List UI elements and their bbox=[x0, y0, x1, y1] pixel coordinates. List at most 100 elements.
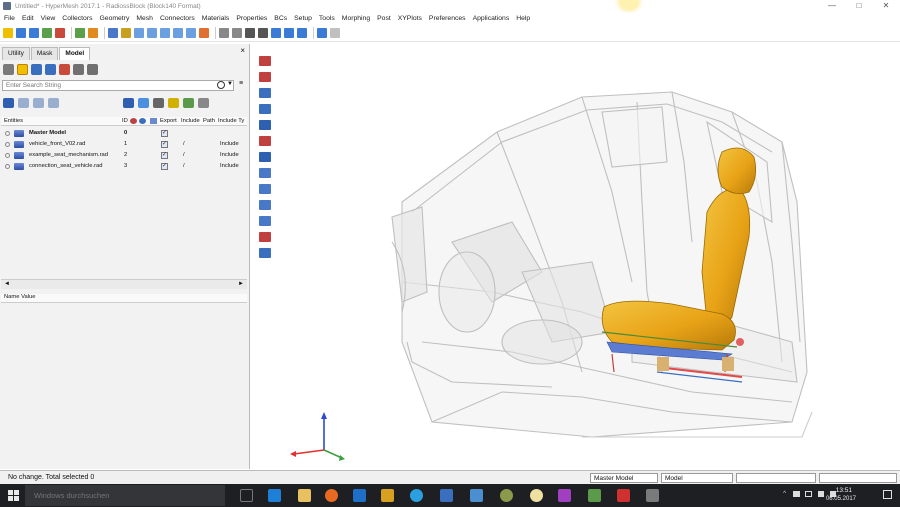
col-visible-icon[interactable] bbox=[150, 118, 157, 124]
taskbar-search-input[interactable] bbox=[25, 485, 225, 506]
property-view-icon[interactable] bbox=[87, 63, 98, 75]
clock-date[interactable]: 06.05.2017 bbox=[826, 496, 856, 502]
menu-properties[interactable]: Properties bbox=[236, 15, 267, 22]
zoom-in-icon[interactable] bbox=[232, 28, 242, 38]
network-icon[interactable] bbox=[805, 491, 812, 497]
mesh-tool-icon[interactable] bbox=[259, 120, 271, 130]
connector-tool-icon[interactable] bbox=[259, 232, 271, 242]
menu-post[interactable]: Post bbox=[377, 15, 391, 22]
display-mode-icon[interactable] bbox=[183, 98, 194, 108]
import-icon[interactable] bbox=[42, 28, 52, 38]
col-export[interactable]: Export bbox=[160, 118, 177, 124]
windows-start-button[interactable] bbox=[8, 490, 19, 501]
col-entities[interactable]: Entities bbox=[4, 118, 23, 124]
tag-tool-icon[interactable] bbox=[259, 168, 271, 178]
material-view-icon[interactable] bbox=[73, 63, 84, 75]
open-model-icon[interactable] bbox=[16, 28, 26, 38]
undo-icon[interactable] bbox=[317, 28, 327, 38]
col-id[interactable]: ID bbox=[122, 118, 128, 124]
menu-collectors[interactable]: Collectors bbox=[62, 15, 92, 22]
isolate-icon[interactable] bbox=[138, 98, 149, 108]
assembly-view-icon[interactable] bbox=[31, 63, 42, 75]
rotate-icon[interactable] bbox=[121, 28, 131, 38]
firefox-icon[interactable] bbox=[325, 489, 338, 502]
maximize-button[interactable]: □ bbox=[845, 0, 873, 12]
color-icon[interactable] bbox=[168, 98, 179, 108]
arrow-down-icon[interactable] bbox=[284, 28, 294, 38]
graphics-viewport[interactable] bbox=[252, 42, 900, 483]
menu-morphing[interactable]: Morphing bbox=[342, 15, 370, 22]
notifications-icon[interactable] bbox=[883, 490, 892, 499]
tree-row-connection-seat[interactable]: connection_seat_vehicle.rad 3 ✓ / Includ… bbox=[1, 161, 247, 172]
search-menu-icon[interactable]: ≡ bbox=[239, 80, 243, 87]
component-tool-icon[interactable] bbox=[259, 72, 271, 82]
collapse-all-icon[interactable] bbox=[33, 98, 44, 108]
view-perspective-icon[interactable] bbox=[199, 28, 209, 38]
search-input[interactable] bbox=[2, 80, 234, 91]
tree-row-master-model[interactable]: Master Model 0 ✓ bbox=[1, 128, 247, 139]
arrow-right-icon[interactable] bbox=[271, 28, 281, 38]
task-view-icon[interactable] bbox=[240, 489, 253, 502]
new-model-icon[interactable] bbox=[3, 28, 13, 38]
volume-icon[interactable] bbox=[818, 491, 824, 497]
hyperview-icon[interactable] bbox=[470, 489, 483, 502]
status-field-4[interactable] bbox=[819, 473, 897, 483]
file-explorer-icon[interactable] bbox=[298, 489, 311, 502]
outlook-icon[interactable] bbox=[353, 489, 366, 502]
tray-up-icon[interactable]: ^ bbox=[783, 491, 786, 497]
menu-xyplots[interactable]: XYPlots bbox=[398, 15, 422, 22]
close-button[interactable]: ✕ bbox=[872, 0, 900, 12]
app-green2-icon[interactable] bbox=[588, 489, 601, 502]
export-checkbox[interactable]: ✓ bbox=[161, 152, 168, 159]
col-include-type[interactable]: Include Ty bbox=[218, 118, 244, 124]
menu-view[interactable]: View bbox=[41, 15, 56, 22]
menu-help[interactable]: Help bbox=[516, 15, 530, 22]
component-icon[interactable] bbox=[88, 28, 98, 38]
scroll-left-arrow[interactable]: ◄ bbox=[4, 281, 10, 287]
col-include[interactable]: Include bbox=[181, 118, 200, 124]
save-model-icon[interactable] bbox=[29, 28, 39, 38]
view-front-icon[interactable] bbox=[147, 28, 157, 38]
expand-all-icon[interactable] bbox=[18, 98, 29, 108]
horizontal-scrollbar[interactable]: ◄ ► bbox=[1, 279, 247, 289]
utility-tool-icon[interactable] bbox=[259, 56, 271, 66]
edge-icon[interactable] bbox=[268, 489, 281, 502]
surface-tool-icon[interactable] bbox=[259, 104, 271, 114]
view-iso-icon[interactable] bbox=[186, 28, 196, 38]
zoom-icon[interactable] bbox=[108, 28, 118, 38]
expand-icon[interactable] bbox=[5, 131, 10, 136]
pan-icon[interactable] bbox=[245, 28, 255, 38]
part-tool-icon[interactable] bbox=[259, 88, 271, 98]
select-cursor-icon[interactable] bbox=[153, 98, 164, 108]
minimize-button[interactable]: — bbox=[818, 0, 846, 12]
expand-icon[interactable] bbox=[5, 153, 10, 158]
status-model-field[interactable]: Model bbox=[661, 473, 733, 483]
redo-icon[interactable] bbox=[330, 28, 340, 38]
menu-file[interactable]: File bbox=[4, 15, 15, 22]
view-side-icon[interactable] bbox=[160, 28, 170, 38]
app-gray-icon[interactable] bbox=[646, 489, 659, 502]
app-star-icon[interactable] bbox=[381, 489, 394, 502]
menu-edit[interactable]: Edit bbox=[22, 15, 34, 22]
abc-tool-icon[interactable] bbox=[259, 216, 271, 226]
acrobat-icon[interactable] bbox=[617, 489, 630, 502]
expand-icon[interactable] bbox=[5, 142, 10, 147]
app-green-icon[interactable] bbox=[500, 489, 513, 502]
status-include-field[interactable]: Master Model bbox=[590, 473, 658, 483]
expand-icon[interactable] bbox=[5, 164, 10, 169]
menu-bcs[interactable]: BCs bbox=[274, 15, 287, 22]
refresh-icon[interactable] bbox=[297, 28, 307, 38]
tab-utility[interactable]: Utility bbox=[2, 47, 30, 60]
app-window-icon[interactable] bbox=[440, 489, 453, 502]
layer-tool-icon[interactable] bbox=[259, 248, 271, 258]
hand-icon[interactable] bbox=[258, 28, 268, 38]
view-bottom-icon[interactable] bbox=[173, 28, 183, 38]
search-icon[interactable] bbox=[217, 81, 225, 89]
menu-materials[interactable]: Materials bbox=[202, 15, 230, 22]
include-view-icon[interactable] bbox=[59, 63, 70, 75]
tab-model[interactable]: Model bbox=[59, 47, 91, 60]
menu-preferences[interactable]: Preferences bbox=[429, 15, 466, 22]
user-icon[interactable] bbox=[75, 28, 85, 38]
battery-icon[interactable] bbox=[793, 491, 800, 497]
menu-tools[interactable]: Tools bbox=[319, 15, 335, 22]
